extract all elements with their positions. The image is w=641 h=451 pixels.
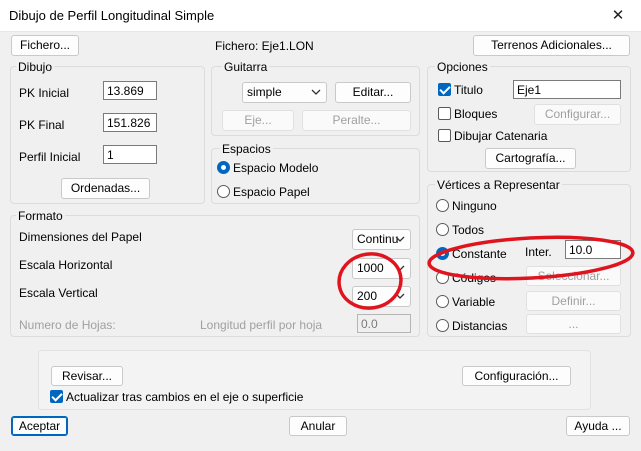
pk-final-label: PK Final [19,118,65,132]
dibujo-group-label: Dibujo [16,60,55,74]
configuracion-button[interactable]: Configuración... [462,366,571,386]
fichero-label: Fichero: Eje1.LON [215,39,314,53]
espacio-modelo-label: Espacio Modelo [233,161,319,175]
variable-radio[interactable] [436,295,449,308]
cartografia-button[interactable]: Cartografía... [485,148,576,169]
chevron-down-icon [395,236,405,242]
close-icon[interactable]: ✕ [595,0,641,32]
perfil-inicial-field[interactable]: 1 [103,145,157,164]
espacio-modelo-radio[interactable] [217,161,230,174]
pk-inicial-label: PK Inicial [19,86,70,100]
eje-button[interactable]: Eje... [222,110,294,131]
aceptar-button[interactable]: Aceptar [11,416,68,436]
distancias-dots-button[interactable]: ... [526,314,621,334]
fichero-button[interactable]: Fichero... [11,35,79,56]
vertices-group-label: Vértices a Representar [435,178,562,192]
longitud-perfil-label: Longitud perfil por hoja [200,318,323,332]
espacio-papel-radio[interactable] [217,185,230,198]
dimensiones-select-value: Continu [357,232,399,246]
annotation-circle-escalas [337,252,403,310]
actualizar-label: Actualizar tras cambios en el eje o supe… [66,390,304,404]
distancias-label: Distancias [452,319,508,333]
escala-vertical-label: Escala Vertical [19,286,98,300]
editar-button[interactable]: Editar... [335,82,411,103]
guitarra-group-label: Guitarra [222,60,270,74]
actualizar-checkbox[interactable] [50,390,63,403]
pk-inicial-field[interactable]: 13.869 [103,81,157,100]
variable-label: Variable [452,295,496,309]
formato-group-label: Formato [16,209,65,223]
pk-final-field[interactable]: 151.826 [103,113,157,132]
perfil-inicial-label: Perfil Inicial [19,150,81,164]
anular-button[interactable]: Anular [289,416,347,436]
annotation-circle-constante [427,235,635,281]
guitarra-select[interactable]: simple [242,82,327,103]
titulo-label: Titulo [454,83,483,97]
configurar-button[interactable]: Configurar... [534,104,621,125]
guitarra-select-value: simple [247,85,282,99]
ordenadas-button[interactable]: Ordenadas... [61,178,150,199]
longitud-perfil-field[interactable]: 0.0 [357,314,411,333]
escala-horizontal-label: Escala Horizontal [19,258,113,272]
dimensiones-select[interactable]: Continu [352,229,411,250]
distancias-radio[interactable] [436,319,449,332]
espacio-papel-label: Espacio Papel [233,185,310,199]
dimensiones-label: Dimensiones del Papel [19,230,142,244]
terrenos-adicionales-button[interactable]: Terrenos Adicionales... [473,35,630,56]
opciones-group-label: Opciones [435,60,490,74]
chevron-down-icon [311,89,321,95]
window-title: Dibujo de Perfil Longitudinal Simple [9,8,215,23]
catenaria-label: Dibujar Catenaria [454,129,548,143]
espacios-group-label: Espacios [220,142,273,156]
peralte-button[interactable]: Peralte... [302,110,411,131]
ninguno-radio[interactable] [436,199,449,212]
bloques-checkbox[interactable] [438,107,451,120]
bloques-label: Bloques [454,107,498,121]
titulo-checkbox[interactable] [438,83,451,96]
definir-button[interactable]: Definir... [526,291,621,311]
catenaria-checkbox[interactable] [438,129,451,142]
titulo-field[interactable]: Eje1 [513,80,621,99]
ayuda-button[interactable]: Ayuda ... [566,416,630,436]
numero-hojas-label: Numero de Hojas: [19,318,116,332]
ninguno-label: Ninguno [452,199,497,213]
revisar-button[interactable]: Revisar... [51,366,123,386]
title-bar: Dibujo de Perfil Longitudinal Simple ✕ [0,0,641,32]
